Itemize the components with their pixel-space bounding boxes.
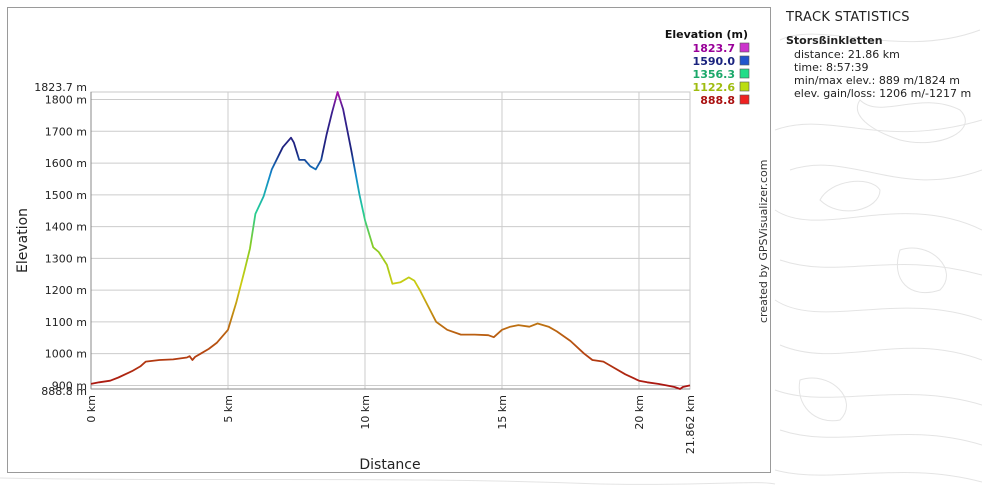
stats-title: TRACK STATISTICS xyxy=(786,10,910,25)
grid xyxy=(90,91,691,390)
x-axis-title: Distance xyxy=(359,457,420,473)
legend-label: 888.8 xyxy=(700,94,735,107)
y-min-label: 888.8 m xyxy=(41,385,87,398)
y-tick-label: 1800 m xyxy=(45,94,87,107)
stat-min-max-elevation: min/max elev.: 889 m/1824 m xyxy=(794,74,960,87)
y-tick-label: 1600 m xyxy=(45,157,87,170)
legend-title: Elevation (m) xyxy=(665,28,748,41)
y-tick-label: 1500 m xyxy=(45,189,87,202)
legend-swatch xyxy=(739,55,750,66)
track-statistics-panel: TRACK STATISTICS Storsßinkletten distanc… xyxy=(786,10,971,100)
legend-swatch xyxy=(739,94,750,105)
stat-elevation-gain-loss: elev. gain/loss: 1206 m/-1217 m xyxy=(794,87,972,100)
x-end-label: 21.862 km xyxy=(684,395,697,454)
stat-distance: distance: 21.86 km xyxy=(794,48,900,61)
y-axis-title: Elevation xyxy=(15,208,31,273)
x-tick-label: 10 km xyxy=(359,395,372,430)
y-tick-label: 1200 m xyxy=(45,284,87,297)
stat-time: time: 8:57:39 xyxy=(794,61,869,74)
legend-label: 1823.7 xyxy=(693,42,735,55)
track-name: Storsßinkletten xyxy=(786,34,883,47)
credit-text: created by GPSVisualizer.com xyxy=(757,159,770,323)
legend-label: 1356.3 xyxy=(693,68,735,81)
y-tick-label: 1700 m xyxy=(45,125,87,138)
y-tick-label: 1000 m xyxy=(45,348,87,361)
legend-swatch xyxy=(739,81,750,92)
x-tick-label: 0 km xyxy=(85,395,98,423)
y-max-label: 1823.7 m xyxy=(34,81,87,94)
plot-background xyxy=(90,91,691,390)
x-tick-label: 20 km xyxy=(633,395,646,430)
y-tick-label: 1400 m xyxy=(45,221,87,234)
legend-label: 1590.0 xyxy=(693,55,736,68)
x-tick-label: 5 km xyxy=(222,395,235,423)
legend-label: 1122.6 xyxy=(693,81,736,94)
y-tick-label: 1300 m xyxy=(45,252,87,265)
y-tick-label: 1100 m xyxy=(45,316,87,329)
x-tick-label: 15 km xyxy=(496,395,509,430)
legend-swatch xyxy=(739,68,750,79)
legend-swatch xyxy=(739,42,750,53)
